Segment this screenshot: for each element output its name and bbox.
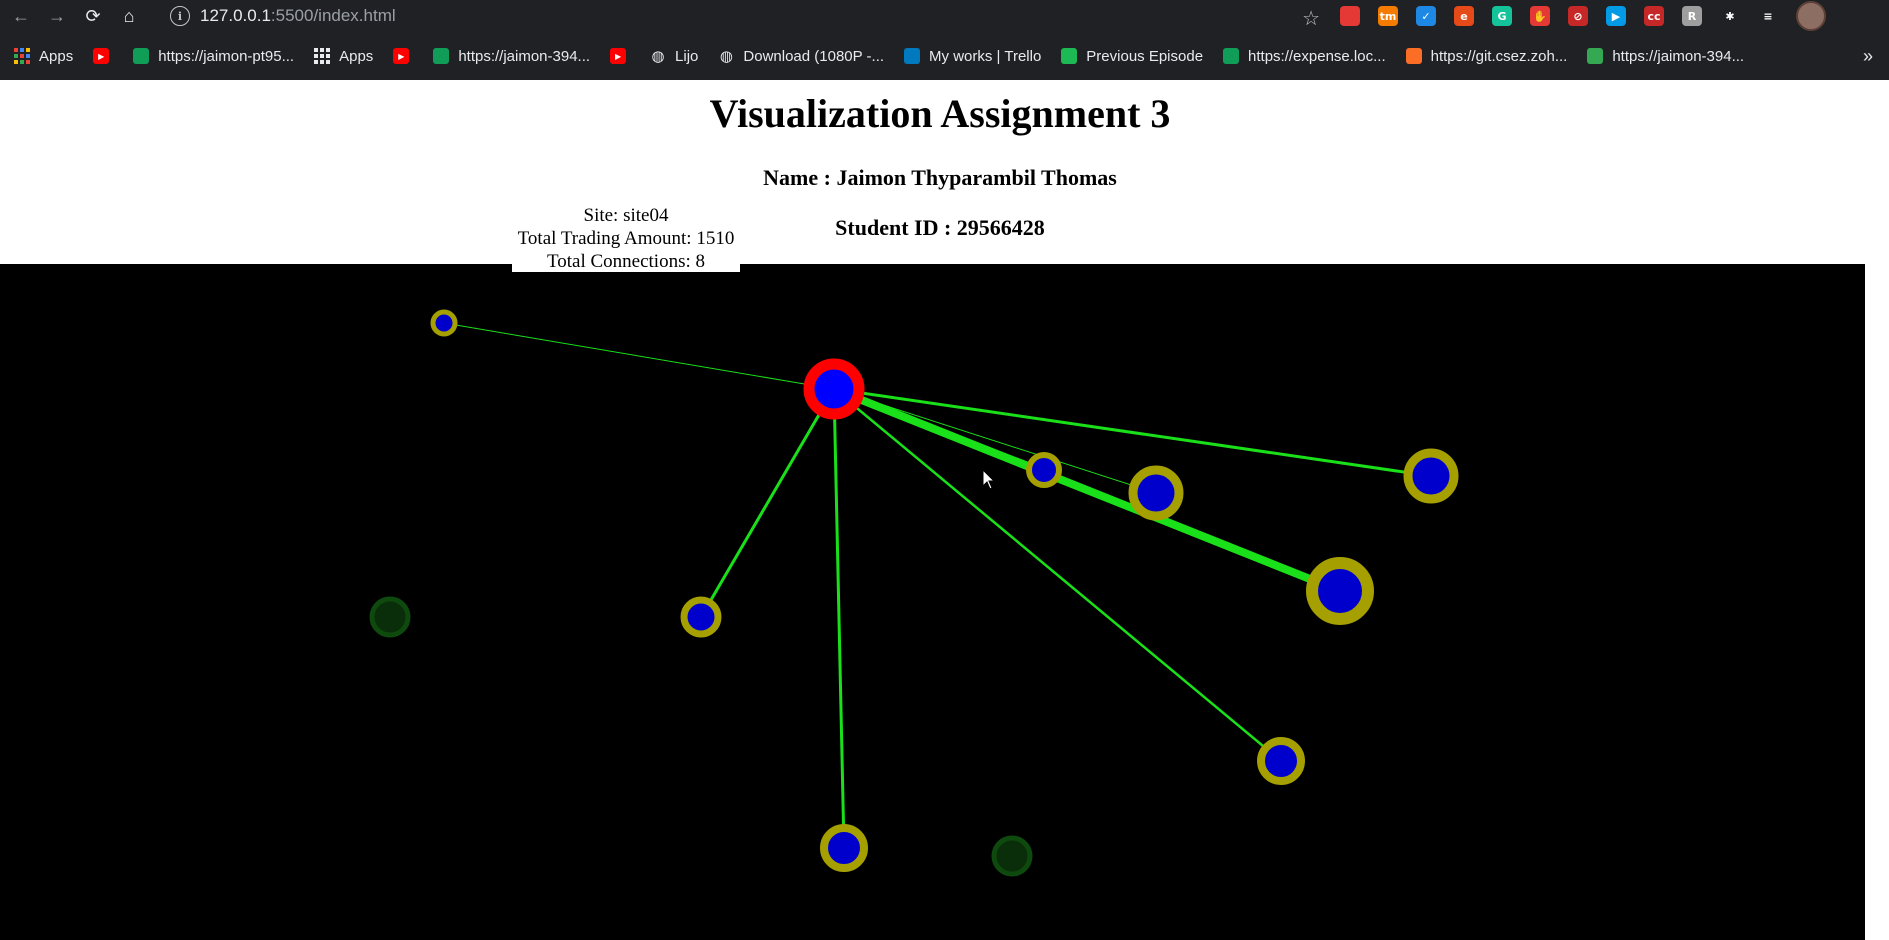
r-extension-icon[interactable]: R [1682,6,1702,26]
bookmarks-bar: Apps ▶ https://jaimon-pt95... Apps ▶ https://… [0,32,1889,80]
more-bookmarks-icon[interactable]: » [1863,46,1873,67]
bookmark-item[interactable]: https://jaimon-pt95... [133,48,294,65]
bookmark-star-icon[interactable]: ☆ [1302,6,1320,31]
graph-edge [443,322,835,390]
youtube-icon: ▶ [610,48,627,64]
bookmark-label: https://jaimon-pt95... [158,47,295,65]
student-id: Student ID : 29566428 [835,215,1045,240]
playlist-icon[interactable]: ≡ [1758,6,1778,26]
bookmark-label: Apps [39,47,74,65]
graph-node[interactable] [1026,452,1062,488]
graph-node[interactable] [1257,737,1305,785]
apps-grid-icon-color [14,48,30,64]
graph-node-faded[interactable] [369,596,411,638]
green-leaf-icon [1061,48,1078,64]
gitlab-icon [1405,48,1422,64]
e-extension-icon[interactable]: e [1454,6,1474,26]
bookmark-label: Download (1080P -... [743,47,885,65]
bookmark-item[interactable]: My works | Trello [904,48,1041,65]
hand-extension-icon[interactable]: ✋ [1530,6,1550,26]
globe-icon: ◍ [719,48,733,65]
tab-extension-icon[interactable]: ▶ [1606,6,1626,26]
trello-icon [904,48,921,64]
graph-node[interactable] [680,596,722,638]
bookmark-label: https://jaimon-394... [1612,47,1745,65]
network-graph-canvas[interactable] [0,264,1865,940]
bookmark-item[interactable]: https://jaimon-394... [1587,48,1744,65]
bookmark-label: Apps [339,47,374,65]
mouse-cursor-icon [982,469,996,490]
bookmark-label: https://git.csez.zoh... [1430,47,1568,65]
bookmark-item[interactable]: https://jaimon-394... [433,48,590,65]
graph-node[interactable] [430,309,458,337]
bookmark-item[interactable]: https://git.csez.zoh... [1405,47,1568,65]
graph-edge [699,388,836,618]
sheet-icon [133,48,150,64]
apps-grid-icon-white [314,48,331,64]
globe-icon: ◍ [651,48,665,65]
tooltip-site: Site: site04 [583,205,669,226]
bookmark-label: https://expense.loc... [1248,47,1386,65]
site-info-icon[interactable]: i [170,6,190,26]
bookmark-label: Previous Episode [1086,47,1204,65]
tooltip-amount: Total Trading Amount: 1510 [517,228,735,249]
sheet-icon [1223,48,1240,64]
bookmark-label: https://jaimon-394... [458,47,591,65]
extensions-area: tm ✓ e G ✋ ⊘ ▶ cc R ✱ ≡ [1340,1,1826,31]
bookmark-label: My works | Trello [929,47,1042,65]
graph-node-selected[interactable] [803,358,865,420]
reload-icon[interactable]: ⟳ [78,1,108,31]
node-tooltip: Site: site04 Total Trading Amount: 1510 … [512,204,740,272]
bookmark-item[interactable]: ▶ [393,48,413,64]
profile-avatar[interactable] [1796,1,1826,31]
url-text[interactable]: 127.0.0.1:5500/index.html [200,6,396,26]
bookmark-item[interactable]: ◍ Download (1080P -... [718,47,885,66]
tooltip-connections: Total Connections: 8 [546,251,706,272]
bookmark-item[interactable]: https://expense.loc... [1223,48,1386,65]
graph-node[interactable] [1306,557,1374,625]
grammarly-icon[interactable]: G [1492,6,1512,26]
bookmark-item[interactable]: Apps [14,48,73,65]
bookmark-item[interactable]: Previous Episode [1061,48,1203,65]
tm-extension-icon[interactable]: tm [1378,6,1398,26]
forward-icon[interactable]: → [42,1,72,31]
graph-node[interactable] [1128,465,1184,521]
bookmark-item[interactable]: ▶ [610,48,630,64]
bookmark-item[interactable]: ▶ [93,48,113,64]
sheet-icon [433,48,450,64]
cc-extension-icon[interactable]: cc [1644,6,1664,26]
youtube-icon: ▶ [93,48,110,64]
browser-toolbar: ← → ⟳ ⌂ i 127.0.0.1:5500/index.html ☆ tm… [0,0,1889,32]
graph-node[interactable] [1403,448,1459,504]
youtube-icon: ▶ [393,48,410,64]
address-bar[interactable]: i 127.0.0.1:5500/index.html ☆ [160,2,1330,30]
check-extension-icon[interactable]: ✓ [1416,6,1436,26]
back-icon[interactable]: ← [6,1,36,31]
graph-edge [832,388,846,849]
blocker-extension-icon[interactable]: ⊘ [1568,6,1588,26]
graph-node-faded[interactable] [991,835,1033,877]
bookmark-item[interactable]: ◍ Lijo [650,47,699,66]
rocket-extension-icon[interactable] [1340,6,1360,26]
page-title: Visualization Assignment 3 [709,91,1171,136]
graph-node[interactable] [820,824,868,872]
home-icon[interactable]: ⌂ [114,1,144,31]
bookmark-label: Lijo [675,47,699,65]
student-name: Name : Jaimon Thyparambil Thomas [763,165,1117,190]
puzzle-icon[interactable]: ✱ [1720,6,1740,26]
bookmark-item[interactable]: Apps [314,48,373,65]
s-sheet-icon [1587,48,1604,64]
network-graph [369,309,1459,877]
graph-edge [832,385,1342,595]
